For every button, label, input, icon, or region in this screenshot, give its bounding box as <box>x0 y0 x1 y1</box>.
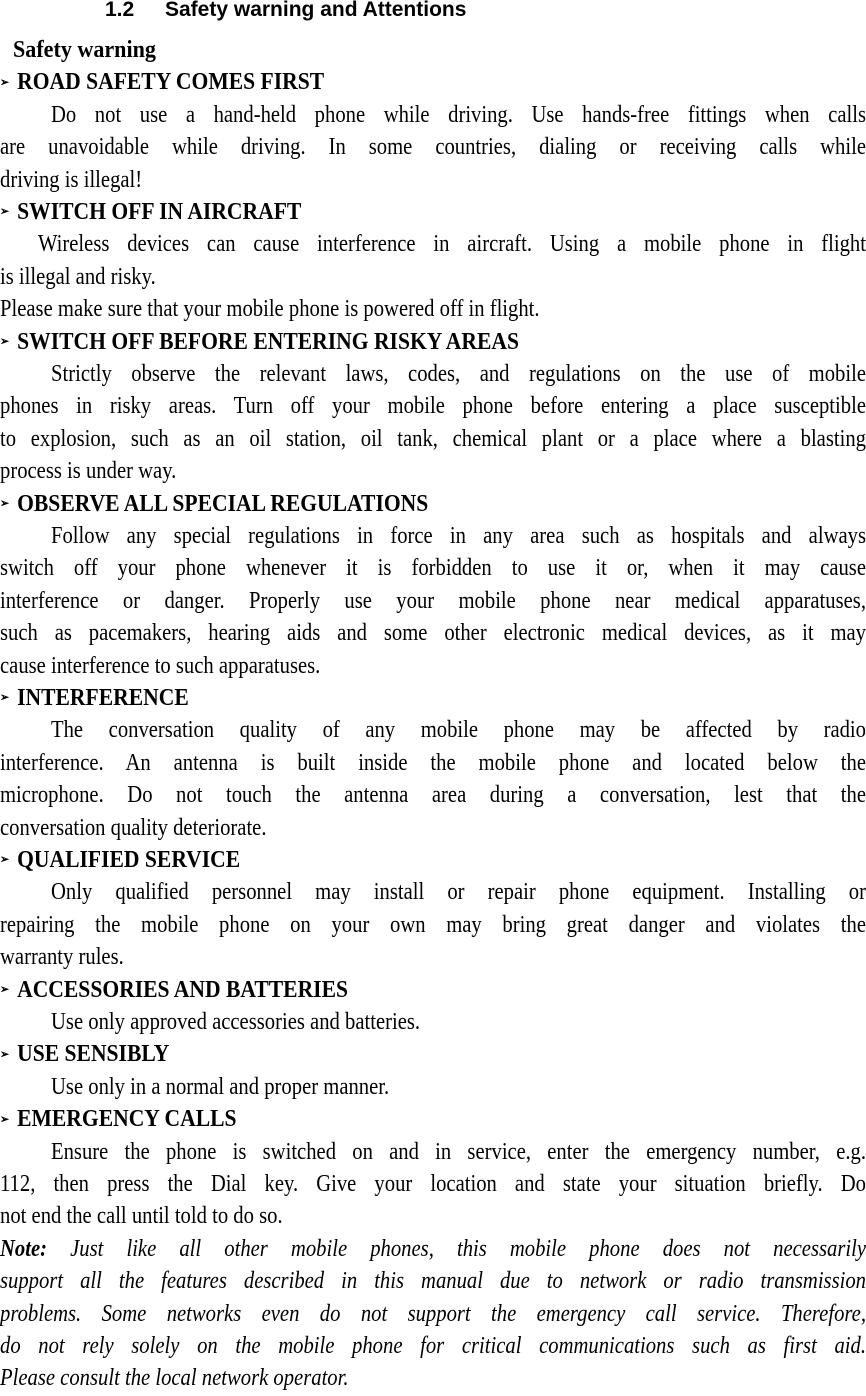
body-line: The conversation quality of any mobile p… <box>51 717 866 744</box>
arrow-bullet-icon: ➢ <box>0 496 10 511</box>
body-line: such as pacemakers, hearing aids and som… <box>0 620 866 647</box>
item-heading: ➢ QUALIFIED SERVICE <box>0 844 240 876</box>
body-line: interference. An antenna is built inside… <box>0 749 866 776</box>
item-heading-text: ROAD SAFETY COMES FIRST <box>17 69 325 96</box>
body-line: microphone. Do not touch the antenna are… <box>0 782 866 809</box>
section-title: Safety warning and Attentions <box>165 0 467 21</box>
body-line: Only qualified personnel may install or … <box>51 879 866 906</box>
note-label: Note: <box>0 1235 48 1262</box>
item-heading: ➢ OBSERVE ALL SPECIAL REGULATIONS <box>0 488 428 520</box>
arrow-bullet-icon: ➢ <box>0 982 10 997</box>
body-line: driving is illegal! <box>0 166 143 193</box>
note-line: support all the features described in th… <box>0 1268 866 1295</box>
body-line: Strictly observe the relevant laws, code… <box>51 361 866 387</box>
item-heading-text: QUALIFIED SERVICE <box>17 847 241 873</box>
item-heading: ➢ ROAD SAFETY COMES FIRST <box>0 66 324 98</box>
body-line: Do not use a hand-held phone while drivi… <box>51 101 866 128</box>
note-line-first: Note: Just like all other mobile phones,… <box>0 1233 866 1265</box>
item-heading: ➢ SWITCH OFF IN AIRCRAFT <box>0 196 301 228</box>
arrow-bullet-icon: ➢ <box>0 690 10 705</box>
item-heading-text: OBSERVE ALL SPECIAL REGULATIONS <box>17 490 429 517</box>
body-line: not end the call until told to do so. <box>0 1203 283 1230</box>
body-line: 112, then press the Dial key. Give your … <box>0 1171 866 1197</box>
body-line: Ensure the phone is switched on and in s… <box>51 1138 866 1165</box>
item-heading-text: SWITCH OFF BEFORE ENTERING RISKY AREAS <box>17 328 520 355</box>
body-line: conversation quality deteriorate. <box>0 814 267 841</box>
note-line: do not rely solely on the mobile phone f… <box>0 1333 866 1359</box>
body-line: cause interference to such apparatuses. <box>0 652 321 679</box>
item-heading-text: SWITCH OFF IN AIRCRAFT <box>17 199 302 225</box>
item-heading: ➢ ACCESSORIES AND BATTERIES <box>0 974 348 1006</box>
arrow-bullet-icon: ➢ <box>0 1111 10 1126</box>
item-heading-text: ACCESSORIES AND BATTERIES <box>17 976 349 1003</box>
body-line: switch off your phone whenever it is for… <box>0 555 866 582</box>
item-heading: ➢ EMERGENCY CALLS <box>0 1103 237 1135</box>
item-heading-text: INTERFERENCE <box>17 685 189 711</box>
note-line: problems. Some networks even do not supp… <box>0 1300 866 1327</box>
arrow-bullet-icon: ➢ <box>0 334 10 349</box>
body-line: process is under way. <box>0 458 177 485</box>
body-line: warranty rules. <box>0 944 124 971</box>
body-line: phones in risky areas. Turn off your mob… <box>0 393 866 420</box>
section-heading: 1.2 Safety warning and Attentions <box>105 0 466 24</box>
arrow-bullet-icon: ➢ <box>0 204 10 219</box>
body-line: are unavoidable while driving. In some c… <box>0 134 866 161</box>
item-heading: ➢ USE SENSIBLY <box>0 1038 169 1070</box>
item-heading-text: USE SENSIBLY <box>17 1041 170 1068</box>
body-line: to explosion, such as an oil station, oi… <box>0 425 866 452</box>
body-line: is illegal and risky. <box>0 263 156 290</box>
body-line: Use only in a normal and proper manner. <box>51 1073 390 1100</box>
body-line: Follow any special regulations in force … <box>51 523 866 549</box>
item-heading: ➢ SWITCH OFF BEFORE ENTERING RISKY AREAS <box>0 326 519 358</box>
body-line: Please make sure that your mobile phone … <box>0 296 540 323</box>
body-line: Wireless devices can cause interference … <box>38 231 866 258</box>
body-line: interference or danger. Properly use you… <box>0 587 866 614</box>
item-heading: ➢ INTERFERENCE <box>0 682 189 714</box>
note-line: Please consult the local network operato… <box>0 1365 349 1392</box>
item-heading-text: EMERGENCY CALLS <box>17 1106 237 1133</box>
arrow-bullet-icon: ➢ <box>0 74 10 89</box>
body-line: repairing the mobile phone on your own m… <box>0 911 866 938</box>
subtitle: Safety warning <box>13 37 156 63</box>
arrow-bullet-icon: ➢ <box>0 1046 10 1061</box>
section-number: 1.2 <box>105 0 135 21</box>
note-text: Just like all other mobile phones, this … <box>47 1235 866 1262</box>
body-line: Use only approved accessories and batter… <box>51 1009 421 1035</box>
arrow-bullet-icon: ➢ <box>0 852 10 867</box>
